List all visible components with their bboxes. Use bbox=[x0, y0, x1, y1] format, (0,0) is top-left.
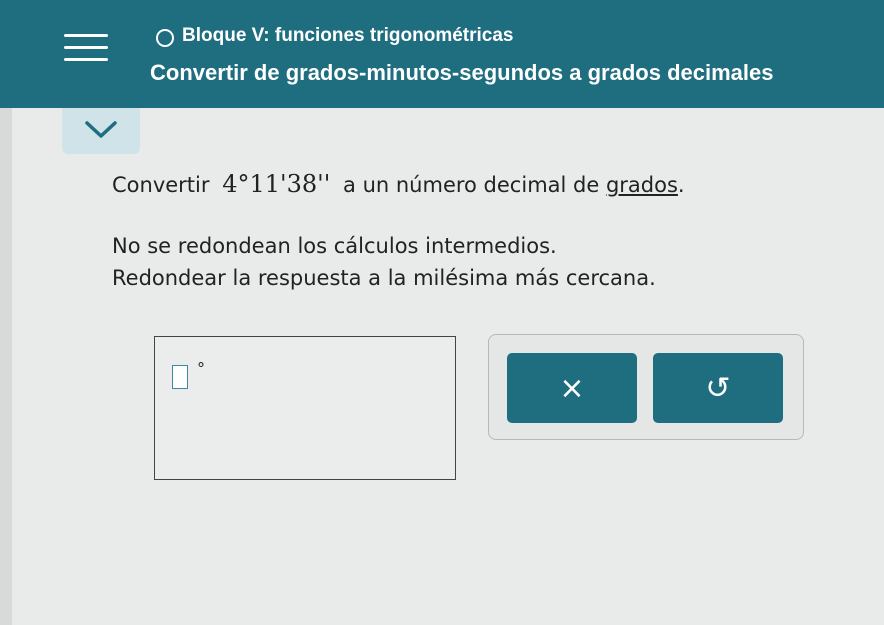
grados-glossary-link[interactable]: grados bbox=[606, 173, 678, 197]
question-prefix: Convertir bbox=[112, 173, 210, 197]
clear-button[interactable]: × bbox=[507, 353, 637, 423]
answer-tools-panel: × ↺ bbox=[488, 334, 804, 440]
question-suffix: a un número decimal de bbox=[343, 173, 600, 197]
instruction-round-thousandth: Redondear la respuesta a la milésima más… bbox=[112, 266, 656, 290]
question-text: Convertir 4°11'38'' a un número decimal … bbox=[112, 170, 685, 198]
circle-icon bbox=[156, 29, 174, 47]
instruction-no-rounding: No se redondean los cálculos intermedios… bbox=[112, 234, 557, 258]
answer-area: ° bbox=[154, 336, 456, 480]
close-icon: × bbox=[559, 370, 585, 406]
angle-dms-value: 4°11'38'' bbox=[222, 170, 331, 198]
lesson-header: Bloque V: funciones trigonométricas Conv… bbox=[0, 0, 884, 108]
undo-button[interactable]: ↺ bbox=[653, 353, 783, 423]
chevron-down-icon bbox=[85, 121, 117, 138]
undo-icon: ↺ bbox=[705, 370, 731, 406]
degree-symbol: ° bbox=[197, 359, 205, 378]
question-period: . bbox=[677, 173, 685, 197]
collapse-toggle-button[interactable] bbox=[62, 108, 140, 154]
lesson-title: Convertir de grados-minutos-segundos a g… bbox=[150, 60, 774, 85]
topic-title: Bloque V: funciones trigonométricas bbox=[182, 25, 514, 46]
hamburger-menu-icon[interactable] bbox=[64, 34, 108, 64]
answer-input[interactable] bbox=[172, 365, 188, 389]
